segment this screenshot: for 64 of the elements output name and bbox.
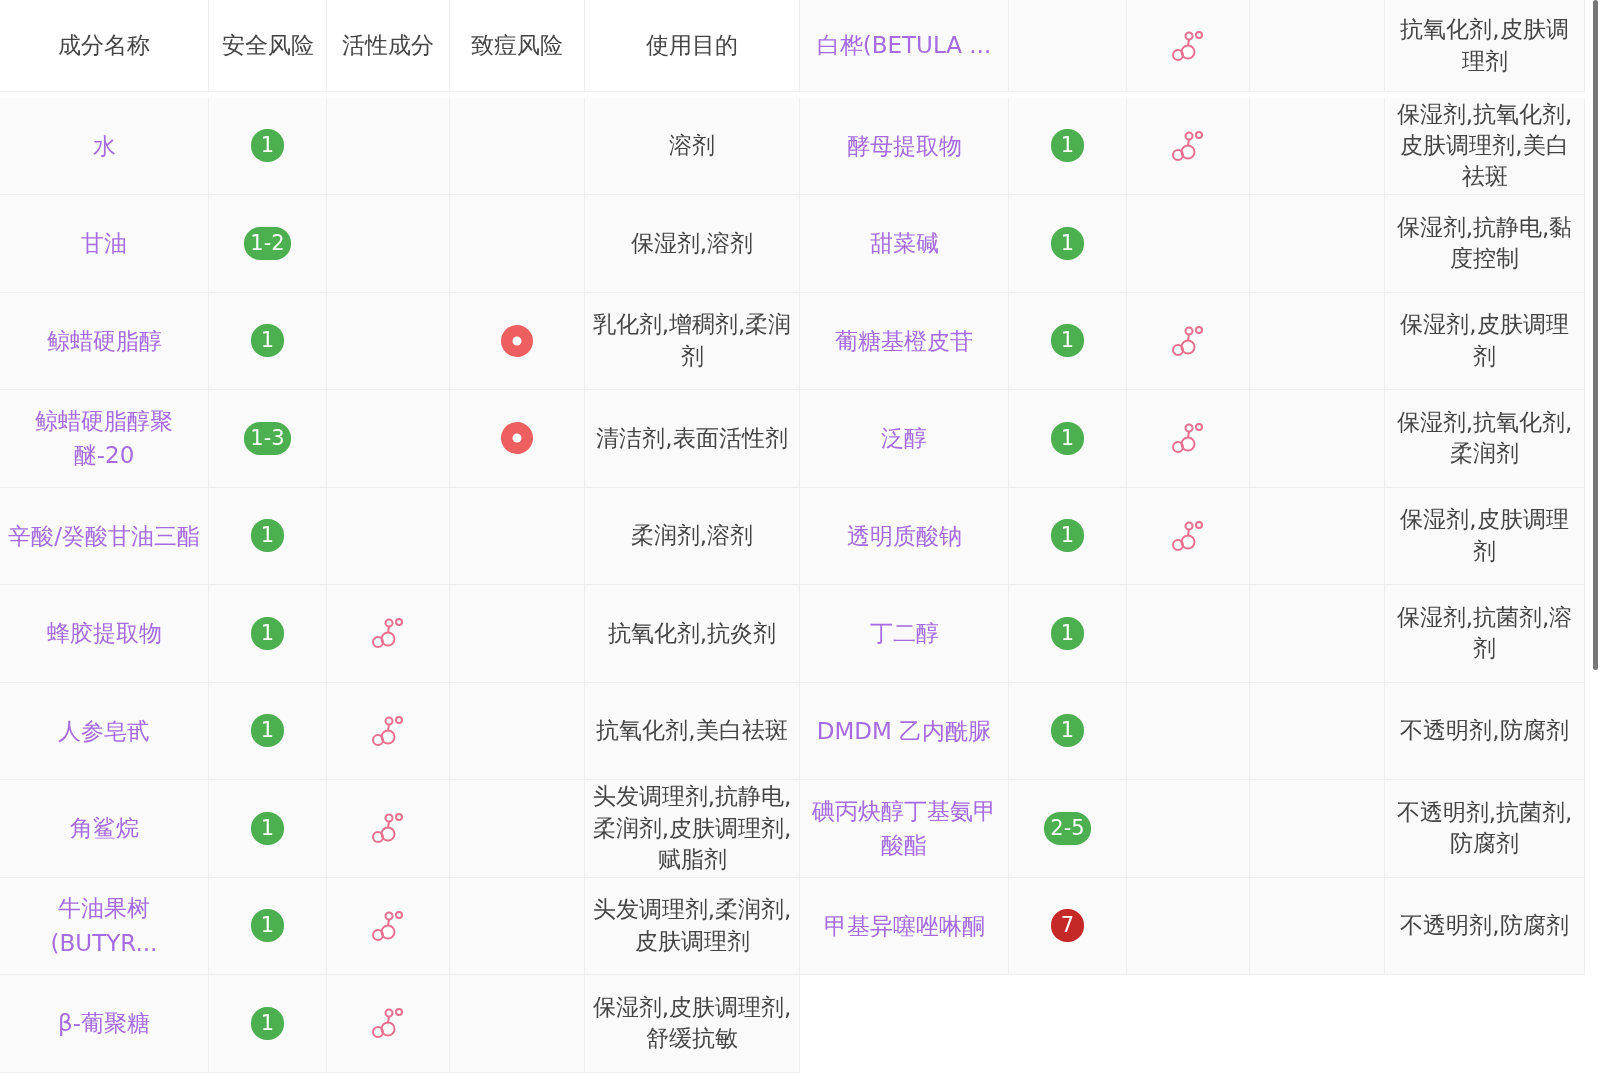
safety-risk-badge: 1 (251, 811, 284, 845)
ingredient-name-link[interactable]: 角鲨烷 (69, 811, 139, 846)
column-header: 成分名称 (58, 31, 150, 61)
purpose-text: 头发调理剂,抗静电,柔润剂,皮肤调理剂,赋脂剂 (591, 782, 793, 874)
safety-risk-badge: 1 (1051, 421, 1084, 455)
column-header: 安全风险 (221, 31, 314, 61)
ingredient-name-link[interactable]: 甲基异噻唑啉酮 (823, 908, 985, 943)
ingredient-name-link[interactable]: 蜂胶提取物 (46, 616, 162, 651)
purpose-text: 不透明剂,防腐剂 (1400, 911, 1569, 941)
purpose-text: 保湿剂,皮肤调理剂 (1399, 310, 1570, 371)
safety-risk-badge: 1 (251, 909, 284, 943)
safety-risk-badge: 1 (1051, 519, 1084, 553)
purpose-text: 保湿剂,溶剂 (630, 228, 754, 258)
purpose-text: 抗氧化剂,抗炎剂 (607, 618, 777, 648)
ingredient-name-link[interactable]: DMDM 乙内酰脲 (816, 713, 992, 748)
purpose-text: 头发调理剂,柔润剂,皮肤调理剂 (591, 895, 793, 956)
ingredient-name-link[interactable]: 甜菜碱 (869, 226, 939, 261)
ingredient-name-link[interactable]: 牛油果树(BUTYR... (6, 891, 202, 961)
ingredient-name-link[interactable]: 丁二醇 (869, 616, 939, 651)
purpose-text: 保湿剂,皮肤调理剂,舒缓抗敏 (591, 993, 793, 1054)
safety-risk-badge: 1 (1051, 324, 1084, 358)
safety-risk-badge: 1 (251, 129, 284, 163)
purpose-text: 保湿剂,抗菌剂,溶剂 (1395, 603, 1574, 664)
ingredient-name-link[interactable]: β-葡聚糖 (58, 1006, 150, 1041)
ingredient-name-link[interactable]: 人参皂甙 (58, 713, 150, 748)
purpose-text: 抗氧化剂,皮肤调理剂 (1399, 15, 1570, 76)
ingredient-name-link[interactable]: 鲸蜡硬脂醇 (46, 323, 162, 358)
ingredient-name-link[interactable]: 水 (92, 128, 116, 163)
safety-risk-badge: 1 (251, 616, 284, 650)
safety-risk-badge: 1 (251, 1006, 284, 1040)
ingredient-name-link[interactable]: 白桦(BETULA ... (816, 28, 992, 63)
ingredient-name-link[interactable]: 鲸蜡硬脂醇聚醚-20 (6, 403, 202, 473)
purpose-text: 乳化剂,增稠剂,柔润剂 (591, 310, 793, 371)
ingredient-name-link[interactable]: 葡糖基橙皮苷 (835, 323, 973, 358)
ingredient-name-link[interactable]: 酵母提取物 (846, 128, 962, 163)
column-header: 致痘风险 (471, 31, 563, 61)
safety-risk-badge: 1-2 (244, 226, 291, 260)
safety-risk-badge: 1 (251, 714, 284, 748)
ingredient-name-link[interactable]: 辛酸/癸酸甘油三酯 (8, 518, 200, 553)
purpose-text: 柔润剂,溶剂 (630, 521, 754, 551)
purpose-text: 保湿剂,抗氧化剂,皮肤调理剂,美白祛斑 (1395, 99, 1574, 192)
purpose-text: 抗氧化剂,美白祛斑 (596, 716, 788, 746)
purpose-text: 不透明剂,防腐剂 (1400, 716, 1569, 746)
purpose-text: 溶剂 (669, 131, 715, 161)
purpose-text: 不透明剂,抗菌剂,防腐剂 (1395, 798, 1574, 859)
safety-risk-badge: 1 (1051, 226, 1084, 260)
safety-risk-badge: 1-3 (244, 421, 291, 455)
purpose-text: 保湿剂,皮肤调理剂 (1399, 505, 1570, 566)
ingredient-name-link[interactable]: 泛醇 (881, 421, 927, 456)
purpose-text: 保湿剂,抗氧化剂,柔润剂 (1395, 408, 1574, 469)
ingredient-name-link[interactable]: 甘油 (81, 226, 127, 261)
column-header: 使用目的 (646, 31, 738, 61)
safety-risk-badge: 1 (1051, 714, 1084, 748)
safety-risk-badge: 7 (1051, 909, 1084, 943)
safety-risk-badge: 1 (1051, 129, 1084, 163)
ingredient-name-link[interactable]: 碘丙炔醇丁基氨甲酸酯 (806, 793, 1002, 863)
column-header: 活性成分 (342, 31, 434, 61)
safety-risk-badge: 2-5 (1044, 811, 1091, 845)
safety-risk-badge: 1 (251, 519, 284, 553)
purpose-text: 保湿剂,抗静电,黏度控制 (1395, 213, 1574, 274)
ingredient-name-link[interactable]: 透明质酸钠 (846, 518, 962, 553)
purpose-text: 清洁剂,表面活性剂 (596, 423, 788, 453)
safety-risk-badge: 1 (251, 324, 284, 358)
safety-risk-badge: 1 (1051, 616, 1084, 650)
